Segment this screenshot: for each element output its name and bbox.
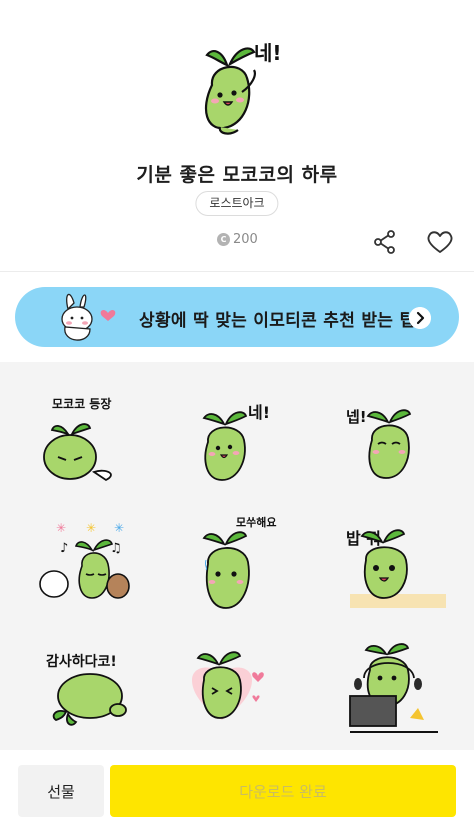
sticker-9[interactable] [314, 628, 464, 752]
sticker-5[interactable]: 모쑤해요 [162, 504, 312, 628]
sticker-caption: 모쑤해요 [236, 515, 276, 529]
sticker-caption: 감사하다코! [46, 653, 117, 670]
sticker-7[interactable]: 감사하다코! [10, 628, 160, 752]
sticker-3[interactable]: 넵! [314, 380, 464, 504]
rabbit-character-icon [61, 293, 116, 341]
svg-text:✳: ✳ [86, 521, 96, 535]
banner-text: 상황에 딱 맞는 이모티콘 추천 받는 팁 [139, 311, 416, 331]
svg-text:✳: ✳ [56, 521, 66, 535]
hero-bubble-text: 네! [254, 41, 282, 65]
sticker-2[interactable]: 네! [162, 380, 312, 504]
sticker-1[interactable]: 모코코 등장 [10, 372, 160, 496]
coin-icon: C [217, 232, 230, 246]
share-icon[interactable] [372, 229, 398, 255]
sticker-6[interactable]: 밥 줘 [314, 504, 464, 628]
hero-sticker-image: 네! [204, 41, 282, 135]
sticker-8[interactable] [162, 628, 312, 752]
sticker-4[interactable]: ✳ ✳ ✳ ♪ ♫ [30, 504, 180, 628]
heart-outline-icon[interactable] [426, 229, 454, 255]
sticker-caption: 네! [248, 403, 270, 422]
svg-text:♫: ♫ [110, 541, 122, 556]
svg-text:✳: ✳ [114, 521, 124, 535]
product-title: 기분 좋은 모코코의 하루 [136, 164, 338, 186]
price-display: C 200 [217, 231, 258, 247]
sticker-caption: 넵! [346, 408, 367, 426]
svg-text:♪: ♪ [60, 541, 68, 556]
author-chip[interactable]: 로스트아크 [195, 191, 279, 216]
gift-button[interactable]: 선물 [18, 765, 104, 817]
download-complete-button[interactable]: 다운로드 완료 [110, 765, 456, 817]
sticker-caption: 모코코 등장 [52, 397, 111, 411]
recommend-tip-banner[interactable]: 상황에 딱 맞는 이모티콘 추천 받는 팁 [15, 287, 459, 347]
chevron-right-icon[interactable] [409, 307, 431, 329]
price-value: 200 [233, 231, 258, 247]
